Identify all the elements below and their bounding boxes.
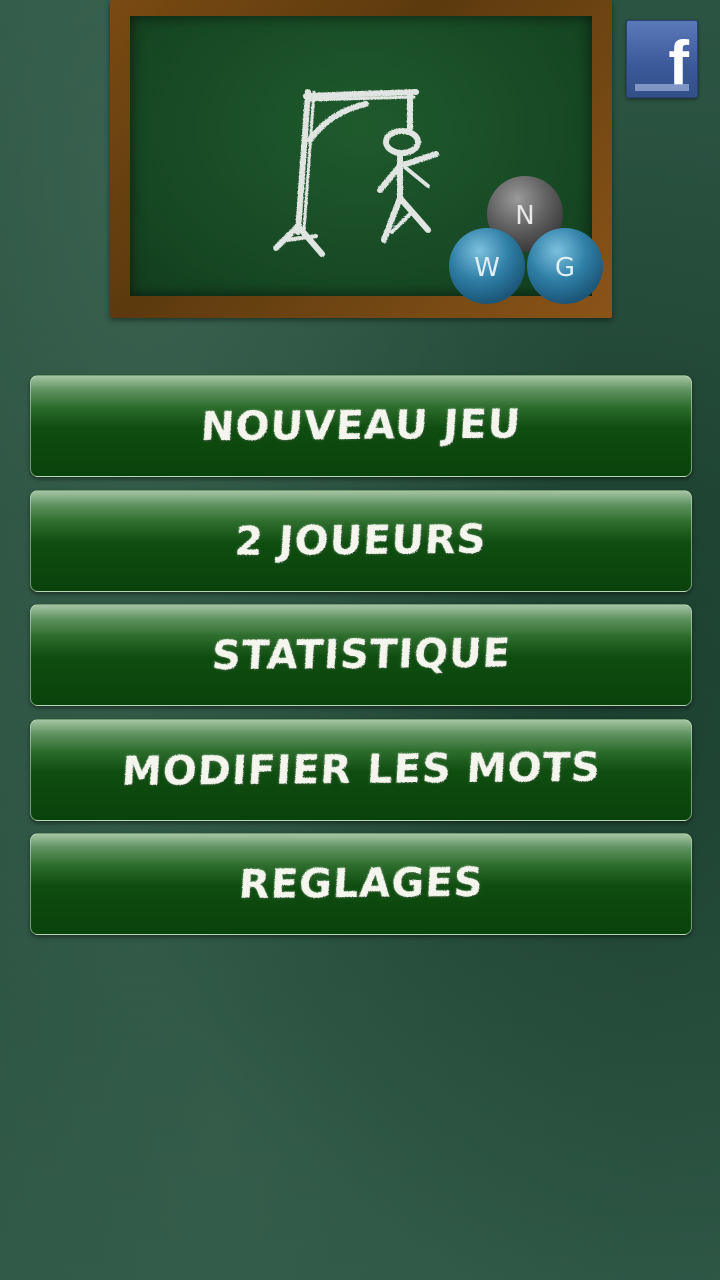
settings-label: REGLAGES [237, 859, 485, 909]
hangman-drawing: N W G [273, 89, 603, 304]
edit-words-button[interactable]: MODIFIER LES MOTS [30, 718, 692, 821]
statistics-button[interactable]: STATISTIQUE [30, 604, 692, 706]
facebook-icon: f [668, 29, 689, 98]
logo-letter-g: G [555, 253, 575, 283]
logo-blackboard: N W G [110, 0, 612, 318]
two-players-label: 2 JOUEURS [233, 516, 489, 565]
statistics-label: STATISTIQUE [210, 630, 512, 680]
logo-letter-w: W [474, 253, 500, 283]
new-game-button[interactable]: NOUVEAU JEU [30, 375, 692, 477]
new-game-label: NOUVEAU JEU [199, 401, 523, 451]
nwg-logo: N W G [449, 176, 603, 304]
gallows-beam [303, 89, 419, 99]
logo-letter-n: N [515, 201, 534, 231]
facebook-button[interactable]: f [626, 20, 698, 98]
main-menu: NOUVEAU JEU 2 JOUEURS STATISTIQUE MODIFI… [30, 375, 692, 948]
edit-words-label: MODIFIER LES MOTS [120, 744, 602, 795]
gallows-brace [307, 101, 369, 143]
figure-head [383, 128, 421, 156]
two-players-button[interactable]: 2 JOUEURS [30, 489, 692, 592]
settings-button[interactable]: REGLAGES [30, 833, 692, 935]
